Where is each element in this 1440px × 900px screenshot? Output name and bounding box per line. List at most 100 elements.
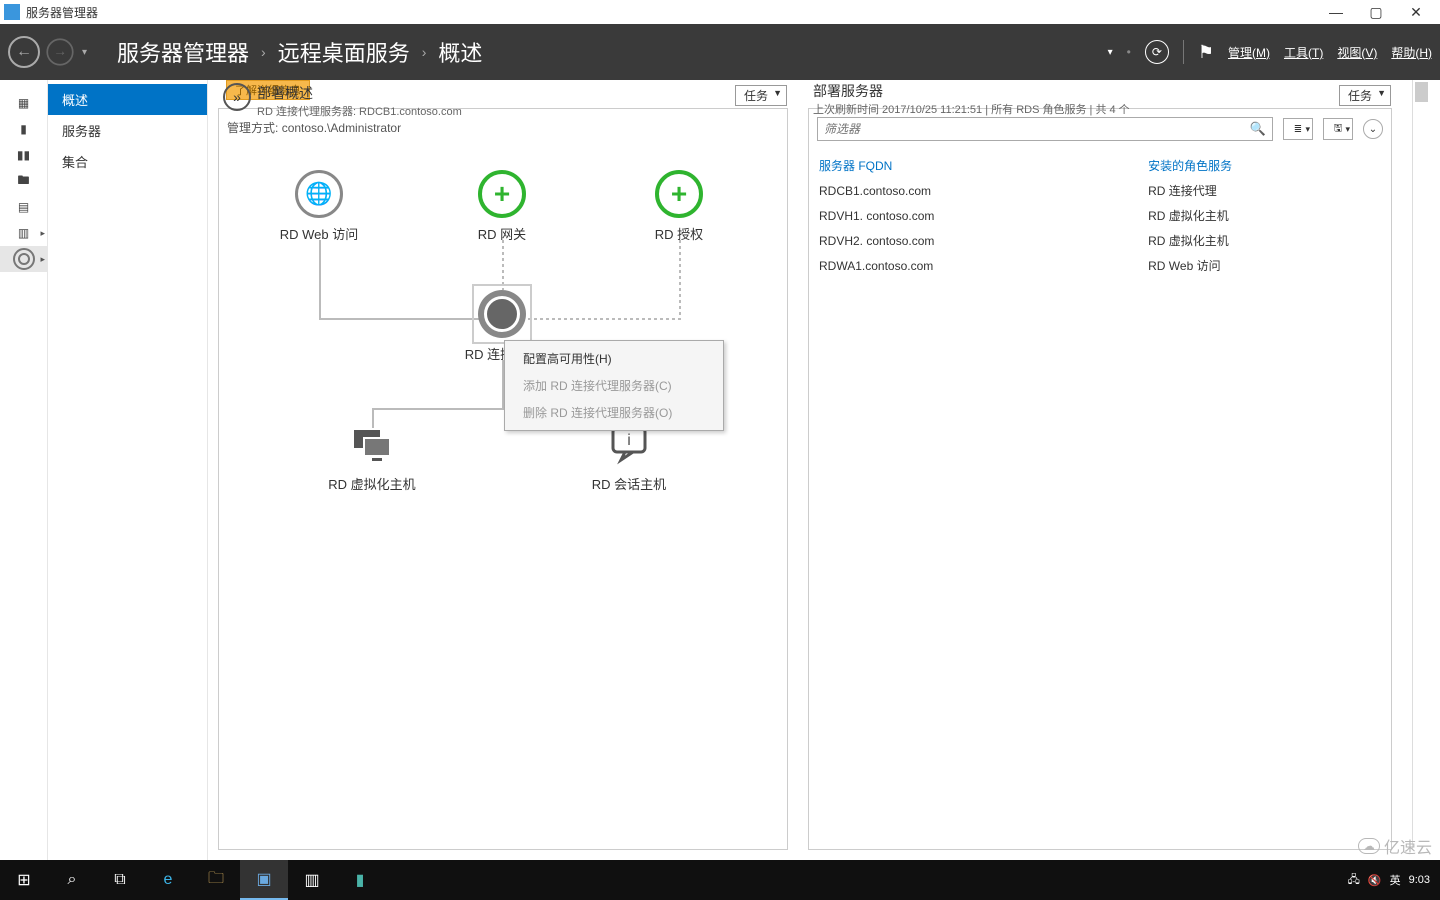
deployment-diagram: 🌐 RD Web 访问 + RD 网关 + RD 授权 RD 连接代理 xyxy=(219,140,787,849)
taskbar-search-icon[interactable]: ⌕ xyxy=(48,860,96,900)
menu-view[interactable]: 视图(V) xyxy=(1337,44,1377,61)
expand-button[interactable]: ⌄ xyxy=(1363,119,1383,139)
menu-manage[interactable]: 管理(M) xyxy=(1228,44,1270,61)
start-button[interactable]: ⊞ xyxy=(0,860,48,900)
nav-forward-button: → xyxy=(46,38,73,65)
refresh-icon[interactable]: ⟳ xyxy=(1145,40,1169,64)
rail-hyperv-icon[interactable]: ▤ xyxy=(0,194,47,220)
taskbar-server-manager-icon[interactable]: ▣ xyxy=(240,860,288,900)
window-close-button[interactable]: ✕ xyxy=(1396,0,1436,24)
sidebar-item-servers[interactable]: 服务器 xyxy=(48,115,207,146)
taskbar-app-icon[interactable]: ▮ xyxy=(336,860,384,900)
panel-title: 部署服务器 xyxy=(813,81,1391,101)
tasks-dropdown[interactable]: 任务 xyxy=(1339,85,1391,106)
rail-file-services-icon[interactable]: 🖿 xyxy=(0,168,47,194)
view-options-button[interactable]: ≣ xyxy=(1283,118,1313,140)
taskbar-ie-icon[interactable]: e xyxy=(144,860,192,900)
search-icon[interactable]: 🔍 xyxy=(1250,121,1266,137)
side-nav: 概述 服务器 集合 xyxy=(48,80,208,860)
managed-as-label: 管理方式: xyxy=(227,121,278,135)
sidebar-item-overview[interactable]: 概述 xyxy=(48,84,207,115)
menu-help[interactable]: 帮助(H) xyxy=(1391,44,1432,61)
connector-line-dashed xyxy=(679,240,681,320)
cell-role: RD Web 访问 xyxy=(1138,253,1391,278)
monitor-stack-icon xyxy=(348,420,396,468)
tray-time: 9:03 xyxy=(1409,874,1430,886)
icon-rail: ▦ ▮ ▮▮ 🖿 ▤ ▥▸ ▸ xyxy=(0,80,48,860)
node-label: RD 网关 xyxy=(442,224,562,243)
sidebar-item-collections[interactable]: 集合 xyxy=(48,146,207,177)
node-rd-gateway[interactable]: + RD 网关 xyxy=(442,170,562,243)
deployment-overview-panel: » 部署概述 RD 连接代理服务器: RDCB1.contoso.com 任务 … xyxy=(218,108,788,850)
save-query-button[interactable]: 🖫 xyxy=(1323,118,1353,140)
panel-subtitle: 上次刷新时间 2017/10/25 11:21:51 | 所有 RDS 角色服务… xyxy=(813,101,1391,117)
add-icon: + xyxy=(655,170,703,218)
taskbar-explorer-icon[interactable]: 🗀 xyxy=(192,860,240,900)
table-row[interactable]: RDWA1.contoso.comRD Web 访问 xyxy=(809,253,1391,278)
node-rd-virtualization-host[interactable]: RD 虚拟化主机 xyxy=(312,420,432,493)
window-minimize-button[interactable]: — xyxy=(1316,0,1356,24)
breadcrumb: 服务器管理器 › 远程桌面服务 › 概述 xyxy=(117,36,482,68)
separator xyxy=(1183,40,1184,64)
rail-local-server-icon[interactable]: ▮ xyxy=(0,116,47,142)
flag-icon[interactable]: ⚑ xyxy=(1198,42,1214,63)
globe-icon: 🌐 xyxy=(295,170,343,218)
taskbar: ⊞ ⌕ ⧉ e 🗀 ▣ ▥ ▮ 🖧 🔇 英 20 9:03 xyxy=(0,860,1440,900)
servers-table: 服务器 FQDN 安装的角色服务 RDCB1.contoso.comRD 连接代… xyxy=(809,153,1391,278)
node-rd-licensing[interactable]: + RD 授权 xyxy=(619,170,739,243)
filter-search[interactable]: 🔍 xyxy=(817,117,1273,141)
node-rd-web-access[interactable]: 🌐 RD Web 访问 xyxy=(259,170,379,243)
double-chevron-icon[interactable]: » xyxy=(223,83,251,111)
tray-ime[interactable]: 英 xyxy=(1390,872,1401,888)
rail-dashboard-icon[interactable]: ▦ xyxy=(0,90,47,116)
table-row[interactable]: RDCB1.contoso.comRD 连接代理 xyxy=(809,178,1391,203)
node-label: RD 会话主机 xyxy=(569,474,689,493)
cell-role: RD 虚拟化主机 xyxy=(1138,203,1391,228)
rail-all-servers-icon[interactable]: ▮▮ xyxy=(0,142,47,168)
broker-icon xyxy=(478,290,526,338)
deployment-servers-panel: 部署服务器 上次刷新时间 2017/10/25 11:21:51 | 所有 RD… xyxy=(808,108,1392,850)
menu-remove-broker: 删除 RD 连接代理服务器(O) xyxy=(505,399,723,426)
cell-fqdn: RDWA1.contoso.com xyxy=(809,253,1138,278)
filter-input[interactable] xyxy=(824,122,1250,136)
menu-add-broker: 添加 RD 连接代理服务器(C) xyxy=(505,372,723,399)
window-maximize-button[interactable]: ▢ xyxy=(1356,0,1396,24)
nav-dropdown-icon[interactable]: ▾ xyxy=(82,47,87,58)
chevron-right-icon: › xyxy=(261,44,266,60)
tray-volume-icon[interactable]: 🔇 xyxy=(1368,874,1382,887)
tray-network-icon[interactable]: 🖧 xyxy=(1348,871,1360,890)
panel-title: 部署概述 xyxy=(257,83,462,103)
tray-clock[interactable]: 9:03 xyxy=(1409,874,1430,886)
node-label: RD Web 访问 xyxy=(259,224,379,243)
app-header: ← → ▾ 服务器管理器 › 远程桌面服务 › 概述 ▾ • ⟳ ⚑ 管理(M)… xyxy=(0,24,1440,80)
rail-rds-icon[interactable]: ▸ xyxy=(0,246,47,272)
connector-line-dashed xyxy=(502,240,504,290)
managed-as-value: contoso.\Administrator xyxy=(282,121,401,135)
add-icon: + xyxy=(478,170,526,218)
rail-iis-icon[interactable]: ▥▸ xyxy=(0,220,47,246)
scrollbar-thumb[interactable] xyxy=(1415,82,1428,102)
breadcrumb-root[interactable]: 服务器管理器 xyxy=(117,36,249,68)
cell-fqdn: RDCB1.contoso.com xyxy=(809,178,1138,203)
col-role[interactable]: 安装的角色服务 xyxy=(1138,153,1391,178)
window-titlebar: 服务器管理器 — ▢ ✕ xyxy=(0,0,1440,24)
taskbar-hyperv-icon[interactable]: ▥ xyxy=(288,860,336,900)
chevron-right-icon: ▸ xyxy=(40,228,45,239)
cell-role: RD 虚拟化主机 xyxy=(1138,228,1391,253)
menu-configure-ha[interactable]: 配置高可用性(H) xyxy=(505,345,723,372)
task-view-icon[interactable]: ⧉ xyxy=(96,860,144,900)
tasks-dropdown[interactable]: 任务 xyxy=(735,85,787,106)
refresh-dropdown-icon[interactable]: ▾ xyxy=(1108,47,1113,58)
breadcrumb-current: 概述 xyxy=(438,36,482,68)
scrollbar-gutter[interactable] xyxy=(1412,80,1430,850)
col-fqdn[interactable]: 服务器 FQDN xyxy=(809,153,1138,178)
breadcrumb-service[interactable]: 远程桌面服务 xyxy=(278,36,410,68)
nav-back-button[interactable]: ← xyxy=(8,36,40,68)
table-row[interactable]: RDVH2. contoso.comRD 虚拟化主机 xyxy=(809,228,1391,253)
context-menu: 配置高可用性(H) 添加 RD 连接代理服务器(C) 删除 RD 连接代理服务器… xyxy=(504,340,724,431)
chevron-right-icon: ▸ xyxy=(40,254,45,265)
connector-line xyxy=(319,240,321,320)
app-icon xyxy=(4,4,20,20)
menu-tools[interactable]: 工具(T) xyxy=(1284,44,1323,61)
table-row[interactable]: RDVH1. contoso.comRD 虚拟化主机 xyxy=(809,203,1391,228)
